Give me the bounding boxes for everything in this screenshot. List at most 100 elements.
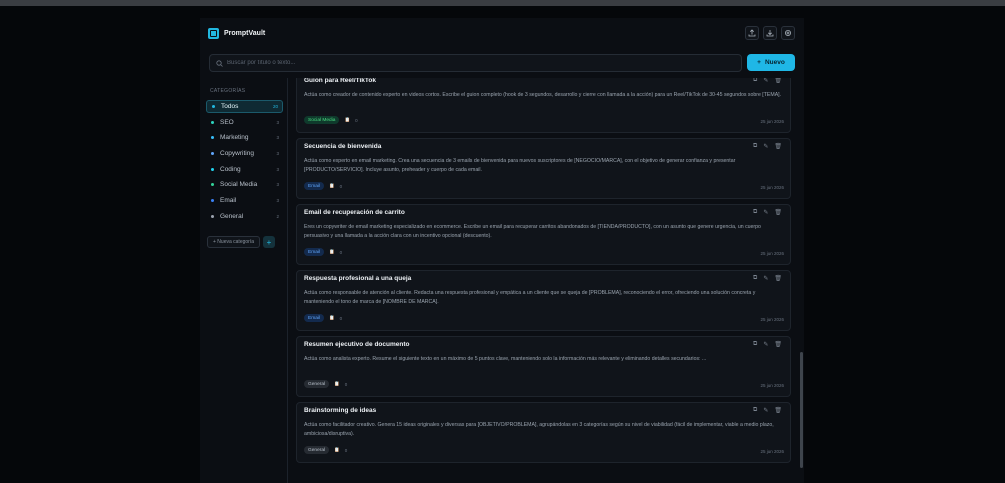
sidebar-item-coding[interactable]: Coding 3 [206, 163, 283, 176]
prompt-card[interactable]: Brainstorming de ideas ⧉ ✎ 🗑 Actúa como faci… [296, 402, 791, 463]
copy-icon[interactable]: ⧉ [753, 209, 757, 216]
sidebar-item-marketing[interactable]: Marketing 3 [206, 131, 283, 144]
sidebar-item-general[interactable]: General 2 [206, 210, 283, 223]
app-title: PromptVault [224, 29, 266, 37]
upload-button[interactable] [745, 26, 759, 40]
prompt-card[interactable]: Guion para Reel/TikTok ⧉ ✎ 🗑 Actúa como crea… [296, 78, 791, 133]
copy-count: 0 [339, 315, 343, 321]
category-list: Todos 20 SEO 3 Marketing 3 Copywriting 3 Coding 3… [206, 100, 283, 226]
category-dot-icon [211, 183, 214, 187]
new-prompt-label: Nuevo [764, 59, 785, 66]
prompt-date: 25 jun 2026 [760, 185, 784, 190]
category-tag: Email [304, 314, 324, 322]
prompt-text: Actúa como responsable de atención al cl… [304, 290, 756, 305]
edit-icon[interactable]: ✎ [763, 275, 768, 282]
prompt-date: 25 jun 2026 [760, 383, 784, 388]
trash-icon[interactable]: 🗑 [774, 209, 782, 216]
clipboard-icon: 📋 [334, 447, 340, 452]
sidebar-item-seo[interactable]: SEO 3 [206, 116, 283, 129]
trash-icon[interactable]: 🗑 [774, 341, 782, 348]
copy-icon[interactable]: ⧉ [753, 78, 757, 84]
copy-icon[interactable]: ⧉ [753, 407, 757, 414]
copy-count: 0 [344, 447, 348, 453]
sidebar-item-copywriting[interactable]: Copywriting 3 [206, 147, 283, 160]
prompt-title: Resumen ejecutivo de documento [304, 341, 410, 348]
edit-icon[interactable]: ✎ [763, 78, 768, 84]
search-box[interactable] [209, 54, 742, 72]
category-tag: Email [304, 248, 324, 256]
copy-count: 0 [355, 117, 358, 123]
card-footer: General 📋 0 [304, 446, 347, 454]
new-category-button[interactable]: + Nueva categoría [207, 236, 260, 248]
category-dot-icon [211, 152, 214, 156]
edit-icon[interactable]: ✎ [763, 209, 768, 216]
sidebar-item-email[interactable]: Email 3 [206, 194, 283, 207]
trash-icon[interactable]: 🗑 [774, 275, 782, 282]
window-top-bar [0, 0, 1005, 6]
category-tag: General [304, 446, 330, 454]
prompt-title: Respuesta profesional a una queja [304, 275, 412, 282]
edit-icon[interactable]: ✎ [763, 143, 768, 150]
app-header: PromptVault [200, 18, 804, 48]
card-actions: ⧉ ✎ 🗑 [753, 341, 782, 348]
prompt-list: Guion para Reel/TikTok ⧉ ✎ 🗑 Actúa como crea… [296, 78, 792, 483]
prompt-card[interactable]: Secuencia de bienvenida ⧉ ✎ 🗑 Actúa como exp… [296, 138, 791, 199]
category-label: Copywriting [220, 150, 254, 158]
category-label: Coding [220, 165, 241, 173]
prompt-card[interactable]: Resumen ejecutivo de documento ⧉ ✎ 🗑 Actúa c… [296, 336, 791, 397]
prompt-text: Actúa como analista experto. Resume el s… [304, 356, 707, 362]
upload-icon [748, 29, 756, 37]
copy-icon[interactable]: ⧉ [753, 143, 757, 150]
copy-icon[interactable]: ⧉ [753, 341, 757, 348]
settings-button[interactable] [781, 26, 795, 40]
copy-icon[interactable]: ⧉ [753, 275, 757, 282]
scrollbar-thumb[interactable] [800, 352, 803, 468]
category-count: 3 [276, 151, 279, 157]
prompt-text: Actúa como creador de contenido experto … [304, 92, 782, 98]
category-count: 3 [276, 166, 279, 172]
category-tag: Social Media [304, 116, 340, 124]
sidebar-item-social-media[interactable]: Social Media 3 [206, 178, 283, 191]
prompt-text: Actúa como facilitador creativo. Genera … [304, 422, 774, 437]
prompt-title: Guion para Reel/TikTok [304, 78, 376, 84]
new-category-row: + Nueva categoría + [207, 236, 275, 248]
card-actions: ⧉ ✎ 🗑 [753, 143, 782, 150]
category-label: Email [220, 197, 237, 205]
prompt-title: Email de recuperación de carrito [304, 209, 405, 216]
sidebar-item-todos[interactable]: Todos 20 [206, 100, 283, 113]
category-label: Todos [221, 103, 239, 110]
prompt-text: Actúa como experto en email marketing. C… [304, 158, 736, 173]
category-count: 3 [276, 198, 279, 204]
category-dot-icon [211, 167, 214, 171]
category-dot-icon [211, 136, 214, 140]
edit-icon[interactable]: ✎ [763, 407, 768, 414]
trash-icon[interactable]: 🗑 [774, 407, 782, 414]
clipboard-icon: 📋 [344, 117, 351, 122]
card-actions: ⧉ ✎ 🗑 [753, 275, 782, 282]
prompt-title: Secuencia de bienvenida [304, 143, 382, 150]
search-row: + Nuevo [209, 54, 796, 72]
category-count: 3 [276, 135, 279, 141]
prompt-title: Brainstorming de ideas [304, 407, 377, 414]
prompt-date: 25 jun 2026 [760, 251, 784, 256]
category-dot-icon [212, 105, 215, 108]
edit-icon[interactable]: ✎ [763, 341, 768, 348]
search-input[interactable] [227, 60, 727, 66]
copy-count: 0 [339, 183, 343, 189]
prompt-card[interactable]: Respuesta profesional a una queja ⧉ ✎ 🗑 Actú… [296, 270, 791, 331]
card-footer: Email 📋 0 [304, 314, 342, 322]
prompt-date: 25 jun 2026 [760, 317, 784, 322]
gear-icon [785, 30, 791, 36]
trash-icon[interactable]: 🗑 [774, 78, 782, 84]
card-actions: ⧉ ✎ 🗑 [753, 78, 782, 84]
category-sidebar: CATEGORÍAS Todos 20 SEO 3 Marketing 3 Copywrit… [200, 78, 288, 483]
prompt-date: 25 jun 2026 [760, 119, 784, 124]
download-button[interactable] [763, 26, 777, 40]
prompt-card[interactable]: Email de recuperación de carrito ⧉ ✎ 🗑 Eres … [296, 204, 791, 265]
categories-heading: CATEGORÍAS [210, 88, 246, 94]
add-category-button[interactable]: + [263, 236, 275, 248]
search-icon [216, 59, 223, 67]
new-prompt-button[interactable]: + Nuevo [747, 54, 795, 71]
category-count: 20 [272, 104, 278, 109]
trash-icon[interactable]: 🗑 [774, 143, 782, 150]
